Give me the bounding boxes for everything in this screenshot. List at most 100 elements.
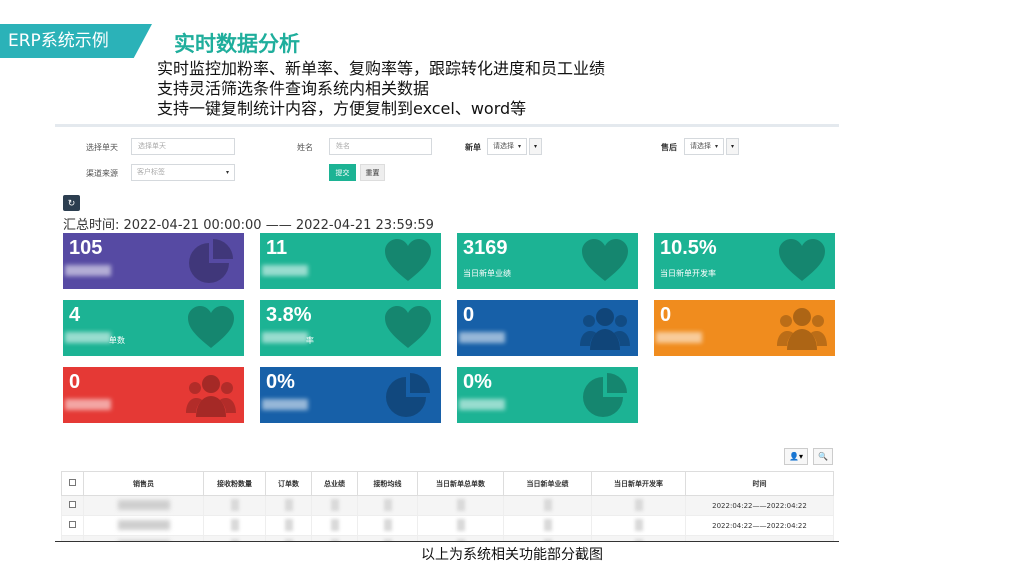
- redacted-mark: [117, 539, 170, 541]
- redacted-cell: [203, 495, 266, 516]
- redacted-caption: [65, 332, 111, 343]
- stat-card: 105: [63, 233, 244, 289]
- heart-icon: [383, 304, 433, 352]
- users-icon: [580, 304, 630, 352]
- redacted-caption: [656, 332, 702, 343]
- stat-value: 0: [463, 304, 475, 326]
- redacted-mark: [330, 498, 339, 511]
- redacted-mark: [456, 498, 465, 511]
- stat-value: 0: [69, 371, 81, 393]
- column-header[interactable]: 当日新单业绩: [503, 471, 592, 496]
- stat-caption: 当日新单开发率: [660, 269, 716, 278]
- redacted-cell: [311, 535, 358, 541]
- redacted-cell: [265, 515, 312, 536]
- table-row[interactable]: 2022:04:22——2022:04:22: [61, 535, 834, 542]
- redacted-cell: [311, 515, 358, 536]
- table-search-button[interactable]: 🔍: [813, 448, 833, 465]
- column-header[interactable]: 总业绩: [311, 471, 358, 496]
- redacted-mark: [230, 518, 239, 531]
- reset-button[interactable]: 重置: [360, 164, 385, 181]
- stat-value: 3169: [463, 237, 508, 259]
- redacted-mark: [634, 518, 643, 531]
- redacted-cell: [417, 535, 504, 541]
- column-header[interactable]: 接收粉数量: [203, 471, 266, 496]
- redacted-mark: [117, 519, 170, 530]
- checkbox[interactable]: [69, 479, 76, 486]
- checkbox[interactable]: [69, 521, 76, 528]
- checkbox[interactable]: [69, 541, 76, 542]
- redacted-cell: [265, 535, 312, 541]
- redacted-caption: [459, 399, 505, 410]
- slide-title: 实时数据分析: [174, 32, 300, 56]
- checkbox[interactable]: [69, 501, 76, 508]
- redacted-cell: [83, 515, 204, 536]
- redacted-cell: [591, 535, 686, 541]
- select-date-label: 选择单天: [86, 143, 118, 152]
- table-row[interactable]: 2022:04:22——2022:04:22: [61, 515, 834, 536]
- stat-value: 0%: [463, 371, 492, 393]
- submit-button[interactable]: 提交: [329, 164, 356, 181]
- redacted-cell: [417, 495, 504, 516]
- channel-select[interactable]: 客户标签 ▾: [131, 164, 235, 181]
- header-select-all[interactable]: [61, 471, 84, 496]
- redacted-mark: [284, 518, 293, 531]
- stat-card: 0%: [457, 367, 638, 423]
- stat-value: 0: [660, 304, 672, 326]
- stat-card: 3169 当日新单业绩: [457, 233, 638, 289]
- stat-value: 105: [69, 237, 103, 259]
- time-cell: 2022:04:22——2022:04:22: [685, 495, 834, 516]
- stat-value: 10.5%: [660, 237, 717, 259]
- table-header-row: 销售员 接收粉数量 订单数 总业绩 接粉均线 当日新单总单数 当日新单业绩 当日…: [61, 471, 834, 496]
- columns-toggle-button[interactable]: 👤▾: [784, 448, 808, 465]
- caret-down-icon: ▾: [225, 169, 229, 176]
- table-row[interactable]: 2022:04:22——2022:04:22: [61, 495, 834, 516]
- refresh-button[interactable]: ↻: [63, 195, 80, 211]
- redacted-mark: [543, 518, 552, 531]
- redacted-mark: [284, 538, 293, 541]
- after-sale-select[interactable]: 请选择 ▾: [684, 138, 724, 155]
- column-header[interactable]: 当日新单总单数: [417, 471, 504, 496]
- row-select-cell: [61, 515, 84, 536]
- stat-card: 4 单数: [63, 300, 244, 356]
- column-header[interactable]: 当日新单开发率: [591, 471, 686, 496]
- redacted-cell: [357, 495, 418, 516]
- redacted-cell: [203, 515, 266, 536]
- column-header[interactable]: 时间: [685, 471, 834, 496]
- feature-bullets: 实时监控加粉率、新单率、复购率等，跟踪转化进度和员工业绩 支持灵活筛选条件查询系…: [157, 59, 605, 119]
- heart-icon: [777, 237, 827, 285]
- redacted-cell: [503, 535, 592, 541]
- row-select-cell: [61, 535, 84, 542]
- redacted-mark: [456, 518, 465, 531]
- after-sale-dropdown-button[interactable]: ▾: [726, 138, 739, 155]
- column-header[interactable]: 订单数: [265, 471, 312, 496]
- column-header[interactable]: 销售员: [83, 471, 204, 496]
- caret-down-icon: ▾: [714, 143, 718, 150]
- redacted-caption: [65, 399, 111, 410]
- channel-select-value: 客户标签: [137, 168, 165, 176]
- new-order-select[interactable]: 请选择 ▾: [487, 138, 527, 155]
- pie-chart-icon: [383, 371, 433, 419]
- stat-card: 0%: [260, 367, 441, 423]
- select-date-input[interactable]: 选择单天: [131, 138, 235, 155]
- caret-down-icon: ▾: [730, 143, 734, 150]
- slide-caption: 以上为系统相关功能部分截图: [421, 547, 603, 563]
- stat-value: 4: [69, 304, 81, 326]
- caret-down-icon: ▾: [533, 143, 537, 150]
- redacted-mark: [383, 538, 392, 541]
- heart-icon: [383, 237, 433, 285]
- bullet-item: 支持灵活筛选条件查询系统内相关数据: [157, 79, 430, 98]
- redacted-cell: [83, 495, 204, 516]
- bullet-item: 实时监控加粉率、新单率、复购率等，跟踪转化进度和员工业绩: [157, 59, 606, 78]
- redacted-cell: [591, 515, 686, 536]
- redacted-mark: [634, 538, 643, 541]
- redacted-mark: [117, 499, 170, 510]
- redacted-cell: [503, 515, 592, 536]
- new-order-select-value: 请选择: [493, 142, 514, 150]
- redacted-mark: [634, 498, 643, 511]
- redacted-caption: [262, 332, 308, 343]
- stat-caption: 率: [306, 336, 314, 345]
- name-input[interactable]: 姓名: [329, 138, 432, 155]
- column-header[interactable]: 接粉均线: [357, 471, 418, 496]
- erp-screenshot: 选择单天 选择单天 姓名 姓名 新单 请选择 ▾ ▾ 售后 请选择 ▾ ▾ 渠道…: [55, 124, 839, 542]
- new-order-dropdown-button[interactable]: ▾: [529, 138, 542, 155]
